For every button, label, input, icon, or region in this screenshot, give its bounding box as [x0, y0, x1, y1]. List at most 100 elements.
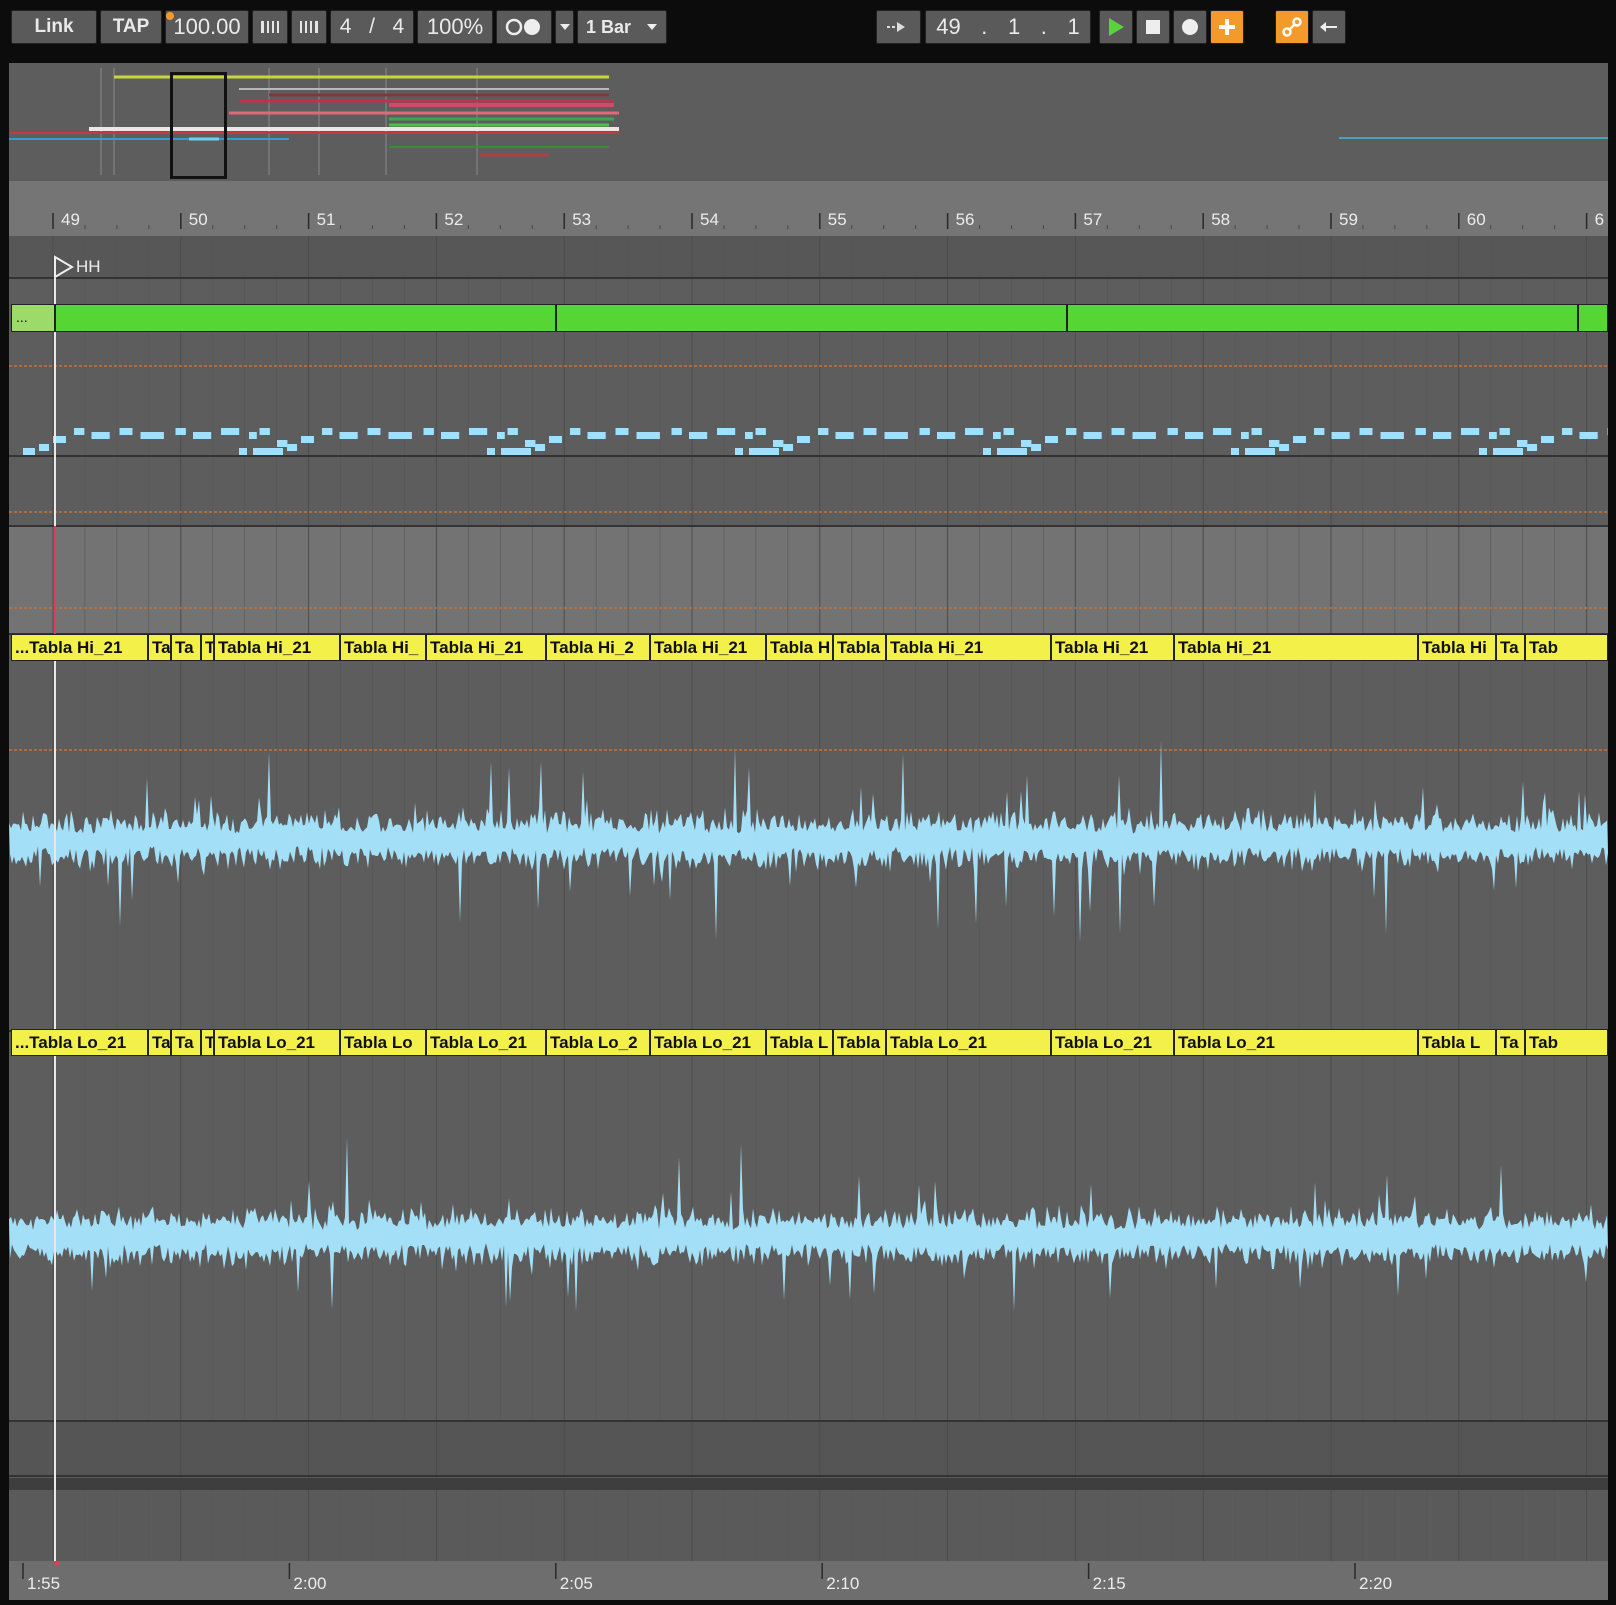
midi-note: [1541, 436, 1554, 443]
tabla-lo-clip[interactable]: Tabla L: [1418, 1029, 1496, 1056]
midi-note: [423, 428, 434, 435]
clip-label: Tabla Lo_21: [654, 1033, 751, 1052]
tabla-hi-clip[interactable]: Tabla Hi_21: [1051, 634, 1174, 661]
tabla-hi-clip[interactable]: Ta: [148, 634, 171, 661]
midi-note: [767, 448, 779, 455]
tabla-hi-clip[interactable]: Tabla: [833, 634, 886, 661]
bar-number-label: 56: [956, 210, 975, 229]
midi-note: [1279, 444, 1289, 451]
clip-label: Tabla Hi_21: [654, 638, 748, 657]
tabla-hi-clip[interactable]: ...Tabla Hi_21: [11, 634, 148, 661]
tabla-hi-clip[interactable]: Tabla H: [766, 634, 833, 661]
bar-number-label: 55: [828, 210, 847, 229]
play-button[interactable]: [1099, 10, 1133, 44]
midi-clip[interactable]: [556, 304, 1067, 332]
track-lanes: [9, 236, 1616, 1561]
follow-button[interactable]: [876, 10, 921, 44]
tap-button[interactable]: TAP: [100, 10, 162, 44]
midi-clip[interactable]: [1067, 304, 1578, 332]
tabla-lo-clip[interactable]: Ta: [171, 1029, 201, 1056]
metronome-icon: [505, 18, 540, 36]
midi-note: [1021, 440, 1032, 447]
tabla-lo-clip[interactable]: Tabla Lo_21: [426, 1029, 546, 1056]
quantize-value: 1 Bar: [586, 16, 632, 37]
midi-clip[interactable]: ...: [11, 304, 55, 332]
arrangement-tracks[interactable]: HH ... ...Tabla Hi_21TaTaTTabla Hi_21Tab…: [9, 236, 1616, 1561]
midi-note: [997, 448, 1017, 455]
tabla-hi-clip[interactable]: Tabla Hi_21: [650, 634, 766, 661]
record-button[interactable]: [1173, 10, 1207, 44]
stop-button[interactable]: [1136, 10, 1170, 44]
session-record-button[interactable]: [1210, 10, 1244, 44]
midi-note: [23, 448, 35, 455]
playhead-marker-icon: [53, 1561, 61, 1567]
back-to-arrangement-button[interactable]: [1312, 10, 1346, 44]
tabla-lo-clip[interactable]: Tabla Lo_21: [214, 1029, 340, 1056]
seconds-time-ruler[interactable]: 1:55 2:00 2:05 2:10 2:15 2:20: [9, 1561, 1608, 1600]
tabla-lo-clip[interactable]: T: [201, 1029, 214, 1056]
bar-number-label: 50: [189, 210, 208, 229]
beat-time-ruler[interactable]: 49 50 51 52 53 54 55 56 57 58 59 60 6: [9, 181, 1608, 236]
tabla-lo-clip[interactable]: Ta: [148, 1029, 171, 1056]
chevron-down-icon: [647, 24, 657, 30]
midi-note: [535, 444, 545, 451]
tabla-lo-clip[interactable]: Tabla Lo_21: [886, 1029, 1051, 1056]
clip-label: Tabla L: [1422, 1033, 1481, 1052]
tabla-hi-clip[interactable]: Tabla Hi_21: [886, 634, 1051, 661]
time-sig-separator: /: [369, 15, 375, 38]
metronome-dropdown[interactable]: [555, 10, 574, 44]
automation-arm-button[interactable]: [1275, 10, 1309, 44]
tabla-hi-clip[interactable]: Tabla Hi_2: [546, 634, 650, 661]
tabla-lo-clip[interactable]: Tabla Lo_21: [650, 1029, 766, 1056]
quantize-select[interactable]: 1 Bar: [577, 10, 667, 44]
tabla-hi-clip[interactable]: T: [201, 634, 214, 661]
tabla-lo-clip[interactable]: Tabla L: [766, 1029, 833, 1056]
nudge-down-icon[interactable]: [252, 10, 288, 44]
locator[interactable]: HH: [53, 254, 101, 280]
tabla-lo-clip[interactable]: Tabla Lo_2: [546, 1029, 650, 1056]
midi-note: [1213, 428, 1232, 435]
tabla-hi-clip[interactable]: Ta: [1496, 634, 1525, 661]
nudge-up-icon[interactable]: [291, 10, 327, 44]
link-button[interactable]: Link: [11, 10, 97, 44]
metronome-toggle[interactable]: [496, 10, 552, 44]
midi-clip[interactable]: [1578, 304, 1608, 332]
tabla-lo-clip[interactable]: Tabla Lo_21: [1051, 1029, 1174, 1056]
overview-view-box[interactable]: [170, 72, 227, 179]
tabla-lo-clip[interactable]: Tabla: [833, 1029, 886, 1056]
tabla-hi-clip[interactable]: Tabla Hi: [1418, 634, 1496, 661]
zoom-field[interactable]: 100%: [417, 10, 493, 44]
midi-note: [1015, 448, 1027, 455]
time-signature-field[interactable]: 4 / 4: [330, 10, 414, 44]
midi-note: [271, 448, 283, 455]
time-sig-denominator: 4: [392, 15, 405, 38]
tabla-lo-clip[interactable]: ...Tabla Lo_21: [11, 1029, 148, 1056]
midi-note: [1607, 428, 1616, 435]
song-position-field[interactable]: 49 . 1 . 1: [925, 10, 1091, 44]
midi-note: [1415, 428, 1426, 435]
clip-label: ...Tabla Hi_21: [15, 638, 123, 657]
tabla-lo-clip[interactable]: Tabla Lo: [340, 1029, 426, 1056]
tempo-field[interactable]: 100.00: [165, 10, 249, 44]
tabla-lo-clip[interactable]: Ta: [1496, 1029, 1525, 1056]
midi-note: [1380, 432, 1404, 439]
clip-label: Tabla Lo_21: [1055, 1033, 1152, 1052]
midi-note: [755, 428, 766, 435]
bar-number-label: 49: [61, 210, 80, 229]
arrangement-overview[interactable]: [9, 63, 1608, 181]
locator-lane: [9, 236, 1608, 278]
tabla-hi-clip[interactable]: Ta: [171, 634, 201, 661]
midi-note: [253, 448, 273, 455]
tabla-hi-clip[interactable]: Tabla Hi_21: [426, 634, 546, 661]
tabla-hi-clip[interactable]: Tabla Hi_21: [214, 634, 340, 661]
tabla-lo-clip[interactable]: Tabla Lo_21: [1174, 1029, 1418, 1056]
tabla-hi-clip[interactable]: Tab: [1525, 634, 1608, 661]
tabla-lo-clip[interactable]: Tab: [1525, 1029, 1608, 1056]
position-bar: 49: [936, 14, 961, 39]
tabla-hi-clip[interactable]: Tabla Hi_21: [1174, 634, 1418, 661]
bar-number-label: 52: [444, 210, 463, 229]
midi-note: [367, 428, 381, 435]
tabla-hi-clip[interactable]: Tabla Hi_: [340, 634, 426, 661]
midi-note: [469, 428, 488, 435]
midi-clip[interactable]: [55, 304, 556, 332]
